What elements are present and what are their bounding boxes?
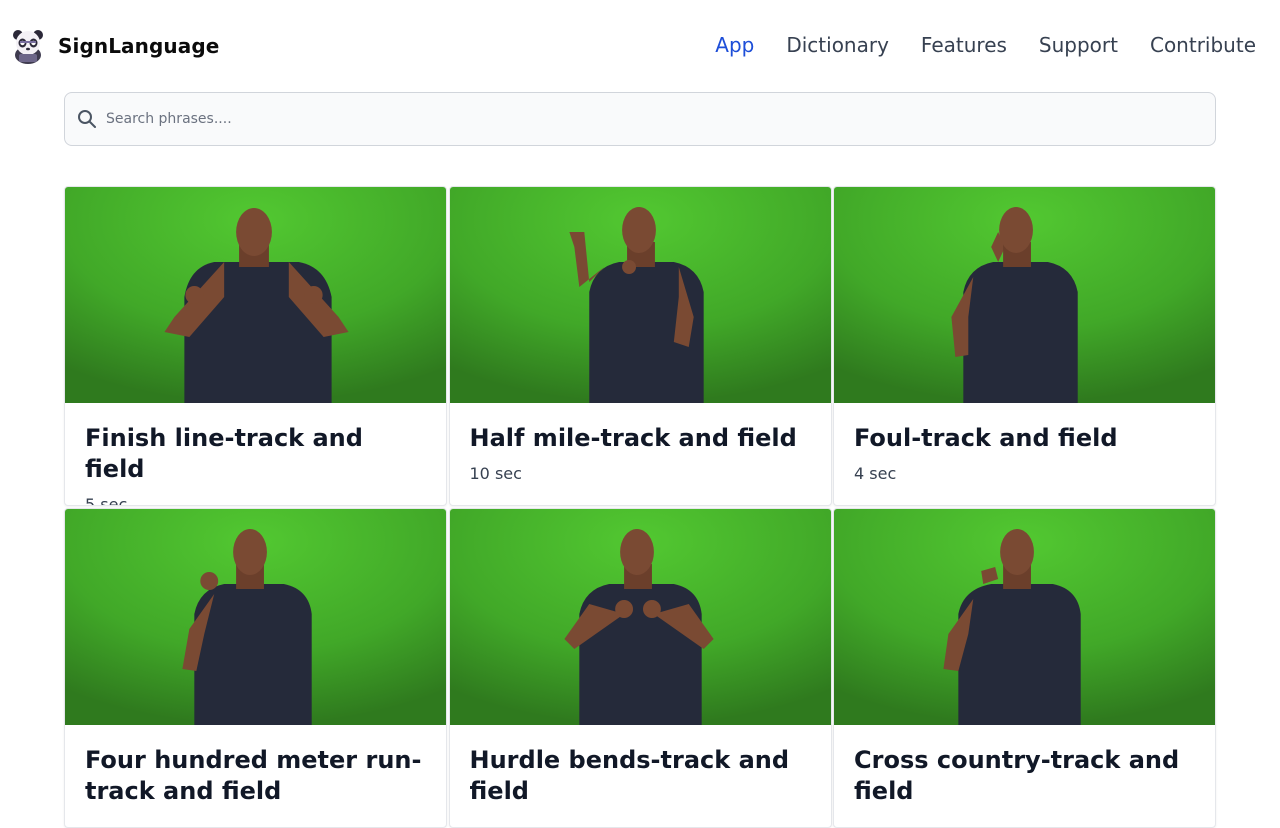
- app-name: SignLanguage: [58, 34, 220, 58]
- nav-support[interactable]: Support: [1039, 33, 1118, 57]
- phrase-card[interactable]: Foul-track and field 4 sec: [833, 186, 1216, 506]
- search-bar: [64, 92, 1216, 146]
- card-title: Half mile-track and field: [469, 424, 797, 452]
- phrase-card[interactable]: Four hundred meter run-track and field: [64, 508, 447, 828]
- video-thumbnail[interactable]: [449, 187, 831, 403]
- nav-contribute[interactable]: Contribute: [1150, 33, 1256, 57]
- video-thumbnail[interactable]: [834, 187, 1215, 403]
- phrase-card[interactable]: Finish line-track and field 5 sec: [64, 186, 447, 506]
- card-title: Four hundred meter run-track and field: [85, 746, 422, 805]
- card-title: Foul-track and field: [854, 424, 1118, 452]
- video-thumbnail[interactable]: [449, 509, 831, 725]
- main-nav: App Dictionary Features Support Contribu…: [715, 33, 1256, 57]
- brand[interactable]: SignLanguage: [10, 27, 219, 65]
- card-duration: 4 sec: [854, 464, 897, 483]
- video-thumbnail[interactable]: [834, 509, 1215, 725]
- phrase-card[interactable]: Half mile-track and field 10 sec: [448, 186, 832, 506]
- card-title: Cross country-track and field: [854, 746, 1180, 805]
- nav-features[interactable]: Features: [921, 33, 1007, 57]
- phrase-card[interactable]: Hurdle bends-track and field: [448, 508, 832, 828]
- panda-logo-icon: [13, 30, 43, 64]
- card-duration: 10 sec: [469, 464, 522, 483]
- card-title: Hurdle bends-track and field: [469, 746, 790, 805]
- phrase-card[interactable]: Cross country-track and field: [833, 508, 1216, 828]
- card-duration: 5 sec: [85, 495, 128, 506]
- search-input[interactable]: [106, 111, 1186, 127]
- nav-dictionary[interactable]: Dictionary: [786, 33, 889, 57]
- video-thumbnail[interactable]: [65, 509, 446, 725]
- phrase-grid: Finish line-track and field 5 sec Half m…: [64, 186, 1216, 828]
- card-title: Finish line-track and field: [85, 424, 363, 483]
- search-icon: [78, 110, 96, 128]
- nav-app[interactable]: App: [715, 33, 754, 57]
- video-thumbnail[interactable]: [65, 187, 446, 403]
- header: SignLanguage App Dictionary Features Sup…: [0, 0, 1280, 92]
